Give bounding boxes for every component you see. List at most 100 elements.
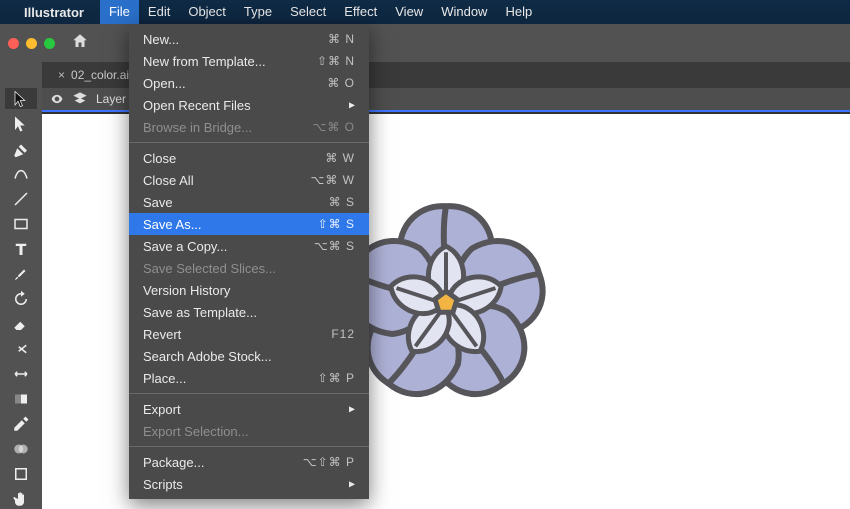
menu-separator [129, 446, 369, 447]
tab-close-icon[interactable]: × [58, 68, 65, 82]
menu-item-new[interactable]: New... ⌘ N [129, 28, 369, 50]
hand-icon [12, 490, 30, 508]
layers-icon[interactable] [72, 91, 88, 107]
rotate-icon [12, 290, 30, 308]
menu-item-shortcut: ⌘ S [329, 195, 355, 209]
layer-bar: Layer 1 [0, 88, 850, 112]
menu-item-save[interactable]: Save ⌘ S [129, 191, 369, 213]
pen-icon [12, 140, 30, 158]
tool-eraser[interactable] [5, 313, 37, 334]
tool-gradient[interactable] [5, 388, 37, 409]
menu-item-place[interactable]: Place...⇧⌘ P [129, 367, 369, 389]
menu-item-label: Export [143, 402, 181, 417]
tool-curvature[interactable] [5, 163, 37, 184]
selection-icon [12, 90, 30, 108]
menu-window[interactable]: Window [432, 0, 496, 24]
visibility-icon[interactable] [50, 92, 64, 106]
menu-item-label: Version History [143, 283, 230, 298]
chevron-right-icon: ▶ [349, 100, 355, 111]
tool-type[interactable] [5, 238, 37, 259]
menu-item-package[interactable]: Package... ⌥⇧⌘ P [129, 451, 369, 473]
tool-direct-selection[interactable] [5, 113, 37, 134]
blend-icon [12, 440, 30, 458]
menu-item-shortcut: ⌘ O [327, 76, 355, 90]
tool-pen[interactable] [5, 138, 37, 159]
menu-edit[interactable]: Edit [139, 0, 179, 24]
home-icon[interactable] [71, 32, 89, 55]
menu-item-label: Revert [143, 327, 181, 342]
tool-hand[interactable] [5, 488, 37, 509]
menu-item-search-adobe-stock[interactable]: Search Adobe Stock... [129, 345, 369, 367]
menu-item-close[interactable]: Close ⌘ W [129, 147, 369, 169]
menu-effect[interactable]: Effect [335, 0, 386, 24]
menu-item-open-recent-files[interactable]: Open Recent Files ▶ [129, 94, 369, 116]
tool-paintbrush[interactable] [5, 263, 37, 284]
menu-item-save-selected-slices: Save Selected Slices... [129, 257, 369, 279]
menu-item-shortcut: ⌘ W [325, 151, 355, 165]
menu-item-open[interactable]: Open... ⌘ O [129, 72, 369, 94]
app-toolbar [0, 24, 850, 62]
menu-item-label: Package... [143, 455, 204, 470]
menu-separator [129, 393, 369, 394]
menu-item-export[interactable]: Export▶ [129, 398, 369, 420]
menu-item-scripts[interactable]: Scripts▶ [129, 473, 369, 495]
curvature-icon [12, 165, 30, 183]
menu-item-shortcut: ⌘ N [328, 32, 355, 46]
tool-selection[interactable] [5, 88, 37, 109]
window-zoom-button[interactable] [44, 38, 55, 49]
menu-item-shortcut: ⇧⌘ N [317, 54, 355, 68]
tool-blend[interactable] [5, 438, 37, 459]
artboard-icon [12, 465, 30, 483]
app-name: Illustrator [24, 5, 84, 20]
menu-item-shortcut: ⇧⌘ P [318, 371, 355, 385]
menu-item-save-a-copy[interactable]: Save a Copy...⌥⌘ S [129, 235, 369, 257]
menu-view[interactable]: View [386, 0, 432, 24]
menu-item-label: New from Template... [143, 54, 266, 69]
eraser-icon [12, 315, 30, 333]
menu-item-close-all[interactable]: Close All⌥⌘ W [129, 169, 369, 191]
tool-panel [0, 62, 42, 509]
menu-object[interactable]: Object [179, 0, 235, 24]
tool-scissors[interactable] [5, 338, 37, 359]
paintbrush-icon [12, 265, 30, 283]
menu-item-revert[interactable]: RevertF12 [129, 323, 369, 345]
menu-separator [129, 142, 369, 143]
menu-item-label: Scripts [143, 477, 183, 492]
document-tab[interactable]: × 02_color.ai* [50, 62, 142, 88]
system-menubar: Illustrator FileEditObjectTypeSelectEffe… [0, 0, 850, 24]
tool-line[interactable] [5, 188, 37, 209]
scissors-icon [12, 340, 30, 358]
menu-item-label: Open... [143, 76, 186, 91]
menu-item-label: Browse in Bridge... [143, 120, 252, 135]
window-minimize-button[interactable] [26, 38, 37, 49]
menu-item-shortcut: ⌥⌘ O [313, 120, 356, 134]
menu-item-shortcut: ⌥⇧⌘ P [303, 455, 355, 469]
tool-artboard[interactable] [5, 463, 37, 484]
menu-item-label: Save Selected Slices... [143, 261, 276, 276]
menu-item-label: New... [143, 32, 179, 47]
file-menu-dropdown: New... ⌘ N New from Template... ⇧⌘ N Open...… [129, 24, 369, 499]
window-close-button[interactable] [8, 38, 19, 49]
menu-item-save-as-template[interactable]: Save as Template... [129, 301, 369, 323]
menubar-items: FileEditObjectTypeSelectEffectViewWindow… [100, 0, 541, 24]
tool-width[interactable] [5, 363, 37, 384]
menu-item-new-from-template[interactable]: New from Template... ⇧⌘ N [129, 50, 369, 72]
tool-rotate[interactable] [5, 288, 37, 309]
tool-rectangle[interactable] [5, 213, 37, 234]
menu-item-save-as[interactable]: Save As...⇧⌘ S [129, 213, 369, 235]
menu-item-version-history[interactable]: Version History [129, 279, 369, 301]
menu-select[interactable]: Select [281, 0, 335, 24]
menu-item-shortcut: ⇧⌘ S [318, 217, 355, 231]
menu-item-label: Save as Template... [143, 305, 257, 320]
tab-title: 02_color.ai* [71, 68, 134, 82]
menu-item-label: Open Recent Files [143, 98, 251, 113]
menu-item-export-selection: Export Selection... [129, 420, 369, 442]
menu-file[interactable]: File [100, 0, 139, 24]
menu-help[interactable]: Help [496, 0, 541, 24]
tool-eyedropper[interactable] [5, 413, 37, 434]
menu-item-label: Close [143, 151, 176, 166]
menu-item-label: Save [143, 195, 173, 210]
menu-item-label: Close All [143, 173, 194, 188]
menu-item-browse-in-bridge: Browse in Bridge... ⌥⌘ O [129, 116, 369, 138]
menu-type[interactable]: Type [235, 0, 281, 24]
